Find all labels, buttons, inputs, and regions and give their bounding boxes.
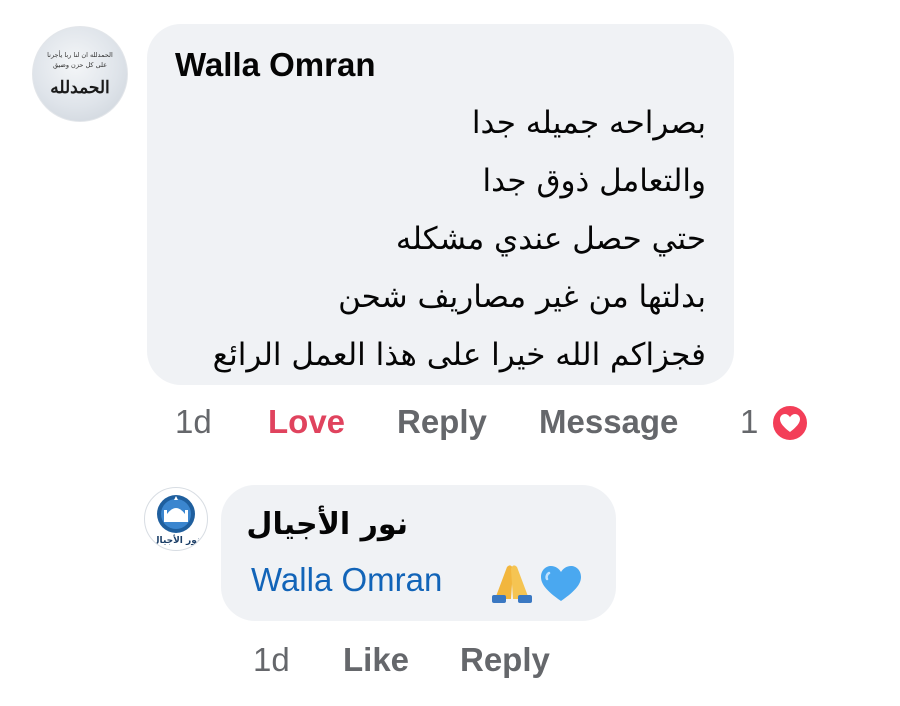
reply-author-name[interactable]: نور الأجيال — [246, 507, 408, 542]
comment-line: حتي حصل عندي مشكله — [395, 221, 706, 257]
commenter-avatar[interactable]: الحمدلله ان لنا ربا يأجرنا على كل حزن وض… — [32, 26, 128, 122]
avatar-caption-line2: على كل حزن وضيق — [53, 61, 107, 69]
message-button[interactable]: Message — [539, 400, 678, 444]
reply-actions: 1d Like Reply — [0, 638, 900, 682]
comment-text: بصراحه جميله جدا والتعامل ذوق جدا حتي حص… — [213, 94, 706, 384]
comment-actions: 1d Love Reply Message 1 — [0, 400, 900, 444]
reply-timestamp[interactable]: 1d — [253, 638, 290, 682]
comment-timestamp[interactable]: 1d — [175, 400, 212, 444]
heart-icon[interactable] — [770, 403, 810, 443]
mosque-logo-icon: نور الأجيال — [152, 495, 200, 546]
comment-bubble: Walla Omran بصراحه جميله جدا والتعامل ذو… — [147, 24, 734, 385]
comment-line: بدلتها من غير مصاريف شحن — [338, 279, 706, 315]
folded-hands-icon — [492, 565, 532, 603]
avatar-logo-text: نور الأجيال — [152, 534, 200, 546]
love-button[interactable]: Love — [268, 400, 345, 444]
mention-link[interactable]: Walla Omran — [251, 561, 442, 599]
comment-line: بصراحه جميله جدا — [471, 105, 706, 141]
comment-author-name[interactable]: Walla Omran — [175, 46, 376, 84]
reply-button[interactable]: Reply — [460, 638, 550, 682]
comment-line: والتعامل ذوق جدا — [482, 163, 706, 199]
like-button[interactable]: Like — [343, 638, 409, 682]
reply-bubble: نور الأجيال Walla Omran — [221, 485, 616, 621]
comment-line: فجزاكم الله خيرا على هذا العمل الرائع — [212, 337, 706, 373]
avatar-calligraphy-image: الحمدلله ان لنا ربا يأجرنا على كل حزن وض… — [47, 50, 113, 98]
reaction-count[interactable]: 1 — [740, 400, 758, 444]
blue-heart-icon — [541, 566, 581, 601]
reply-emojis — [489, 559, 589, 610]
reply-button[interactable]: Reply — [397, 400, 487, 444]
avatar-calligraphy-text: الحمدلله — [50, 78, 110, 98]
avatar-caption-line1: الحمدلله ان لنا ربا يأجرنا — [47, 50, 113, 59]
replier-avatar[interactable]: نور الأجيال — [144, 487, 208, 551]
